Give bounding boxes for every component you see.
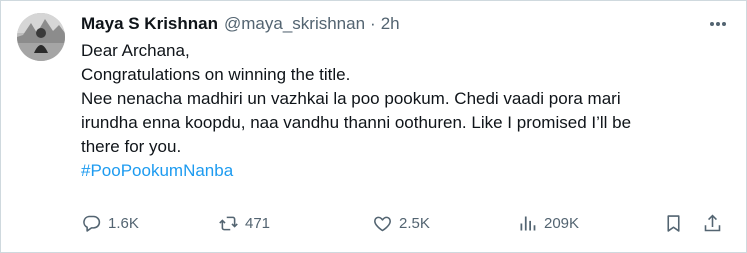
tweet-text-line: there for you. xyxy=(81,137,182,156)
like-icon xyxy=(374,216,391,231)
repost-icon xyxy=(219,216,238,230)
separator-dot: · xyxy=(370,14,376,33)
reply-count: 1.6K xyxy=(108,214,139,232)
views-button[interactable]: 209K xyxy=(517,213,579,234)
tweet-text-line: irundha enna koopdu, naa vandhu thanni o… xyxy=(81,113,632,132)
bookmark-button[interactable] xyxy=(663,213,684,234)
tweet-header: Maya S Krishnan @maya_skrishnan · 2h xyxy=(81,13,730,35)
like-button[interactable]: 2.5K xyxy=(372,213,430,234)
tweet-text: Dear Archana, Congratulations on winning… xyxy=(81,39,730,183)
author-name[interactable]: Maya S Krishnan xyxy=(81,14,218,34)
like-count: 2.5K xyxy=(399,214,430,232)
more-icon[interactable] xyxy=(706,15,730,33)
repost-button[interactable]: 471 xyxy=(218,213,270,234)
hashtag-link[interactable]: #PooPookumNanba xyxy=(81,159,730,183)
repost-count: 471 xyxy=(245,214,271,232)
reply-icon xyxy=(83,215,101,232)
tweet-text-line: Nee nenacha madhiri un vazhkai la poo po… xyxy=(81,89,621,108)
avatar[interactable] xyxy=(17,13,65,61)
action-bar: 1.6K 471 2.5K 209K xyxy=(81,210,730,236)
author-handle[interactable]: @maya_skrishnan xyxy=(224,14,365,34)
tweet-card[interactable]: Maya S Krishnan @maya_skrishnan · 2h Dea… xyxy=(0,0,747,253)
share-icon xyxy=(704,214,721,231)
tweet-text-line: Congratulations on winning the title. xyxy=(81,65,351,84)
tweet-time[interactable]: 2h xyxy=(381,14,400,34)
reply-button[interactable]: 1.6K xyxy=(81,213,139,234)
tweet-text-line: Dear Archana, xyxy=(81,41,190,60)
share-button[interactable] xyxy=(702,213,723,234)
views-icon xyxy=(520,216,536,230)
bookmark-icon xyxy=(667,214,680,232)
views-count: 209K xyxy=(544,214,580,232)
